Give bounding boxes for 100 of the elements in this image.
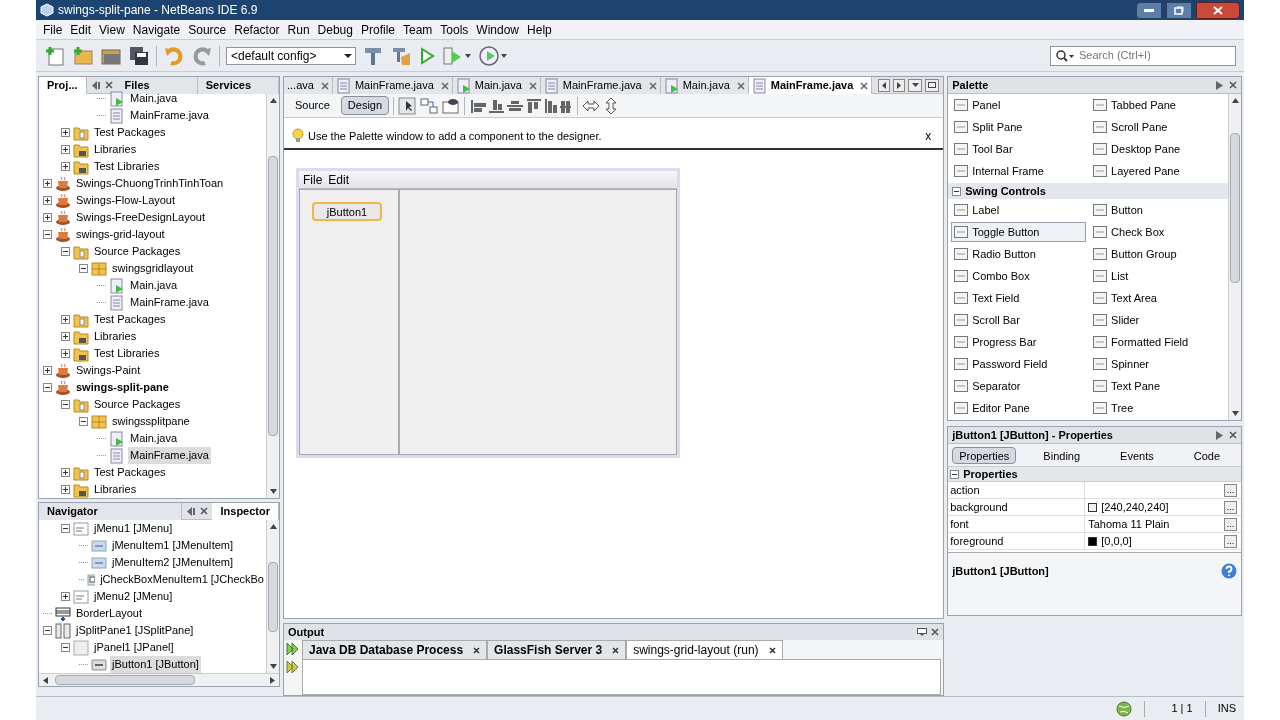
palette-item[interactable]: Separator	[951, 376, 1087, 396]
panel-tab[interactable]: Navigator	[39, 503, 183, 520]
folder-name[interactable]: Libraries	[92, 328, 139, 345]
vertical-resize-icon[interactable]	[604, 96, 619, 115]
menu-item[interactable]: Source	[185, 20, 230, 39]
package-name[interactable]: swingssplitpane	[110, 413, 192, 430]
properties-tab[interactable]: Code	[1186, 446, 1227, 464]
editor-tab[interactable]: MainFrame.java	[748, 77, 873, 94]
expand-toggle[interactable]	[79, 264, 88, 273]
ellipsis-button[interactable]: ...	[1224, 500, 1237, 514]
help-icon[interactable]	[1221, 563, 1237, 579]
rerun-icon[interactable]	[286, 642, 300, 656]
scroll-tabs-right-button[interactable]	[893, 78, 906, 92]
ellipsis-button[interactable]: ...	[1224, 517, 1237, 531]
scrollbar[interactable]	[266, 94, 279, 498]
palette-item[interactable]: Combo Box	[951, 266, 1087, 286]
scroll-down-icon[interactable]	[269, 489, 277, 494]
expand-toggle[interactable]	[61, 349, 70, 358]
close-icon[interactable]	[1229, 431, 1237, 439]
scrollbar[interactable]	[1228, 94, 1241, 420]
view-tab[interactable]: Design	[340, 96, 390, 115]
expand-toggle[interactable]	[61, 468, 70, 477]
close-icon[interactable]	[612, 646, 620, 654]
minimize-button[interactable]	[1136, 1, 1162, 19]
close-button[interactable]	[1196, 1, 1240, 19]
palette-item[interactable]: Text Field	[951, 288, 1087, 308]
expand-toggle[interactable]	[43, 230, 52, 239]
close-icon[interactable]	[860, 81, 869, 90]
palette-item[interactable]: Internal Frame	[951, 161, 1087, 181]
hint-close-button[interactable]: x	[921, 127, 936, 145]
component-name[interactable]: jMenu1 [JMenu]	[92, 520, 175, 537]
palette-item[interactable]: Label	[951, 200, 1087, 220]
palette-item[interactable]: Panel	[951, 95, 1087, 115]
palette-item[interactable]: Scroll Pane	[1090, 117, 1225, 137]
folder-name[interactable]: Libraries	[92, 141, 139, 158]
menu-item[interactable]: Team	[400, 20, 436, 39]
form-button[interactable]: jButton1	[312, 202, 382, 221]
expand-toggle[interactable]	[950, 469, 960, 479]
component-name[interactable]: jMenu2 [JMenu]	[92, 588, 175, 605]
project-name[interactable]: Swings-FreeDesignLayout	[74, 209, 207, 226]
expand-toggle[interactable]	[61, 643, 70, 652]
panel-tab[interactable]: Proj...	[39, 77, 87, 94]
menu-item[interactable]: Refactor	[231, 20, 283, 39]
palette-item[interactable]: Editor Pane	[951, 398, 1087, 418]
property-value[interactable]: Tahoma 11 Plain	[1088, 515, 1170, 533]
expand-toggle[interactable]	[952, 186, 962, 196]
scroll-thumb[interactable]	[55, 675, 196, 685]
search-field[interactable]: Search (Ctrl+I)	[1050, 45, 1236, 66]
scroll-up-icon[interactable]	[1231, 98, 1239, 103]
palette-item[interactable]: Password Field	[951, 354, 1087, 374]
palette-item[interactable]: Toggle Button	[951, 222, 1087, 242]
properties-tab[interactable]: Properties	[952, 446, 1017, 464]
close-icon[interactable]	[931, 628, 940, 636]
expand-toggle[interactable]	[61, 485, 70, 494]
panel-menu-icon[interactable]	[1215, 430, 1225, 440]
scroll-up-icon[interactable]	[269, 98, 277, 103]
project-name[interactable]: Swings-Paint	[74, 362, 143, 379]
output-tab[interactable]: swings-grid-layout (run)	[626, 640, 783, 659]
scroll-thumb[interactable]	[268, 156, 278, 436]
component-name[interactable]: jCheckBoxMenuItem1 [JCheckBo	[98, 571, 266, 588]
close-icon[interactable]	[473, 646, 481, 654]
scroll-down-icon[interactable]	[269, 664, 277, 669]
palette-item[interactable]: Check Box	[1090, 222, 1225, 242]
component-name[interactable]: jMenuItem2 [JMenuItem]	[110, 554, 236, 571]
palette-item[interactable]: Formatted Field	[1090, 332, 1225, 352]
debug-icon[interactable]	[442, 44, 472, 67]
ellipsis-button[interactable]: ...	[1224, 534, 1237, 548]
palette-item[interactable]: Scroll Bar	[951, 310, 1087, 330]
panel-tab[interactable]: Inspector	[212, 503, 279, 520]
property-value[interactable]: [0,0,0]	[1101, 532, 1132, 550]
palette-item[interactable]: Slider	[1090, 310, 1225, 330]
palette-item[interactable]: Layered Pane	[1090, 161, 1225, 181]
config-dropdown[interactable]: <default config>	[226, 46, 356, 65]
close-icon[interactable]	[1229, 81, 1237, 89]
palette-item[interactable]: Button Group	[1090, 244, 1225, 264]
palette-item[interactable]: Radio Button	[951, 244, 1087, 264]
expand-toggle[interactable]	[61, 315, 70, 324]
file-name[interactable]: MainFrame.java	[128, 294, 211, 311]
expand-toggle[interactable]	[61, 128, 70, 137]
file-name[interactable]: Main.java	[128, 430, 180, 447]
palette-item[interactable]: Desktop Pane	[1090, 139, 1225, 159]
editor-tab[interactable]: MainFrame.java	[332, 77, 453, 94]
menu-item[interactable]: View	[96, 20, 128, 39]
menu-item[interactable]: Help	[524, 20, 555, 39]
scroll-tabs-left-button[interactable]	[878, 78, 891, 92]
new-project-icon[interactable]	[72, 44, 94, 67]
expand-toggle[interactable]	[43, 196, 52, 205]
menu-item[interactable]: Profile	[358, 20, 398, 39]
run-icon[interactable]	[418, 44, 436, 67]
folder-name[interactable]: Source Packages	[92, 396, 183, 413]
component-name[interactable]: jPanel1 [JPanel]	[92, 639, 176, 656]
expand-toggle[interactable]	[43, 213, 52, 222]
scroll-thumb[interactable]	[268, 561, 278, 632]
menu-item[interactable]: File	[40, 20, 66, 39]
ellipsis-button[interactable]: ...	[1224, 483, 1237, 497]
component-name[interactable]: BorderLayout	[74, 605, 145, 622]
editor-tab[interactable]: ...ava	[284, 77, 333, 94]
scroll-left-icon[interactable]	[43, 676, 48, 684]
expand-toggle[interactable]	[61, 145, 70, 154]
menu-item[interactable]: Debug	[314, 20, 356, 39]
